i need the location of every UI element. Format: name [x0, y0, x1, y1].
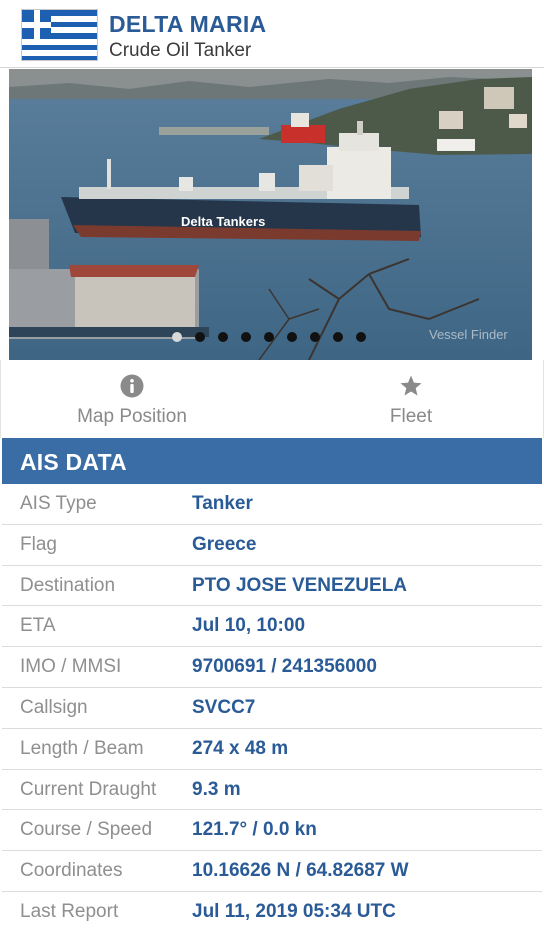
row-value: Jul 11, 2019 05:34 UTC	[192, 900, 396, 922]
row-key: IMO / MMSI	[20, 656, 122, 678]
row-value: 9700691 / 241356000	[192, 656, 377, 678]
carousel-dot[interactable]	[218, 332, 228, 342]
carousel-dot[interactable]	[287, 332, 297, 342]
ais-data-header: AIS DATA	[2, 438, 542, 484]
row-key: Flag	[20, 533, 57, 555]
vessel-photo-carousel[interactable]: Delta Tankers Vessel Finder	[9, 69, 532, 360]
table-row: Destination PTO JOSE VENEZUELA	[2, 565, 542, 607]
star-icon	[400, 375, 422, 396]
row-key: Callsign	[20, 696, 88, 718]
row-key: Length / Beam	[20, 737, 144, 759]
carousel-dot[interactable]	[310, 332, 320, 342]
table-row: Length / Beam 274 x 48 m	[2, 728, 542, 770]
table-row: AIS Type Tanker	[2, 484, 542, 525]
carousel-dot[interactable]	[264, 332, 274, 342]
table-row: ETA Jul 10, 10:00	[2, 606, 542, 648]
fleet-button[interactable]: Fleet	[331, 360, 491, 438]
table-row: Course / Speed 121.7° / 0.0 kn	[2, 810, 542, 852]
row-value: 274 x 48 m	[192, 737, 289, 759]
carousel-dots[interactable]	[0, 332, 544, 344]
row-key: Last Report	[20, 900, 119, 922]
row-key: ETA	[20, 615, 56, 637]
row-key: Course / Speed	[20, 819, 153, 841]
action-bar: Map Position Fleet	[0, 360, 544, 438]
row-key: AIS Type	[20, 493, 97, 514]
row-value: PTO JOSE VENEZUELA	[192, 574, 408, 596]
row-value: 9.3 m	[192, 778, 241, 800]
row-key: Coordinates	[20, 860, 123, 882]
greece-flag-icon	[21, 9, 98, 61]
table-row: Flag Greece	[2, 524, 542, 566]
ais-data-table: AIS Type Tanker Flag Greece Destination …	[2, 484, 542, 930]
row-value: SVCC7	[192, 696, 256, 718]
map-position-button[interactable]: Map Position	[21, 360, 243, 438]
vessel-photo: Delta Tankers Vessel Finder	[9, 69, 532, 360]
carousel-dot[interactable]	[241, 332, 251, 342]
row-value: 121.7° / 0.0 kn	[192, 819, 317, 841]
ais-data-title: AIS DATA	[20, 449, 127, 475]
map-position-label: Map Position	[77, 406, 187, 427]
table-row: Last Report Jul 11, 2019 05:34 UTC	[2, 891, 542, 930]
info-circle-icon	[120, 374, 144, 398]
table-row: IMO / MMSI 9700691 / 241356000	[2, 647, 542, 688]
carousel-dot[interactable]	[333, 332, 343, 342]
table-row: Coordinates 10.16626 N / 64.82687 W	[2, 851, 542, 892]
fleet-label: Fleet	[389, 406, 433, 427]
hull-text: Delta Tankers	[181, 214, 265, 229]
carousel-dot[interactable]	[195, 332, 205, 342]
row-value: 10.16626 N / 64.82687 W	[192, 860, 409, 882]
table-row: Current Draught 9.3 m	[2, 769, 542, 811]
vessel-header: DELTA MARIA Crude Oil Tanker	[0, 0, 544, 68]
row-key: Destination	[20, 574, 116, 596]
row-key: Current Draught	[20, 778, 157, 800]
vessel-type: Crude Oil Tanker	[109, 40, 252, 61]
carousel-dot[interactable]	[356, 332, 366, 342]
row-value: Tanker	[192, 493, 253, 514]
row-value: Greece	[192, 533, 257, 555]
carousel-dot[interactable]	[172, 332, 182, 342]
table-row: Callsign SVCC7	[2, 687, 542, 729]
vessel-name: DELTA MARIA	[109, 11, 267, 37]
row-value: Jul 10, 10:00	[192, 615, 306, 637]
